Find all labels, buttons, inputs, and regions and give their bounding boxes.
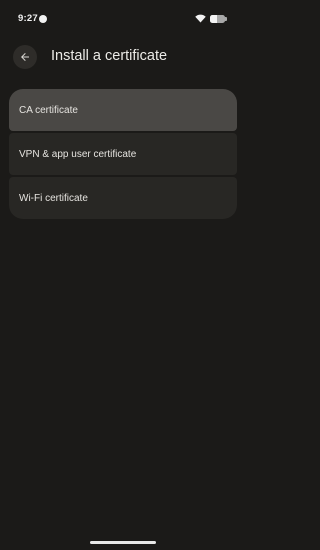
notification-dot-icon [39,14,47,23]
wifi-icon [195,14,206,23]
option-ca-certificate[interactable]: CA certificate [9,89,237,131]
home-indicator[interactable] [90,541,156,544]
certificate-options-list: CA certificate VPN & app user certificat… [9,89,237,221]
back-button[interactable] [13,45,37,69]
status-time: 9:27 [18,13,38,24]
battery-icon [210,14,225,23]
page-title: Install a certificate [51,48,168,64]
battery-tip [225,16,227,21]
arrow-left-icon [21,53,29,61]
status-bar: 9:27 [0,0,246,36]
option-label: Wi-Fi certificate [19,192,88,204]
option-label: CA certificate [19,104,78,116]
option-vpn-app-user-certificate[interactable]: VPN & app user certificate [9,133,237,175]
battery-level [210,14,217,23]
option-label: VPN & app user certificate [19,148,137,160]
option-wifi-certificate[interactable]: Wi-Fi certificate [9,177,237,219]
